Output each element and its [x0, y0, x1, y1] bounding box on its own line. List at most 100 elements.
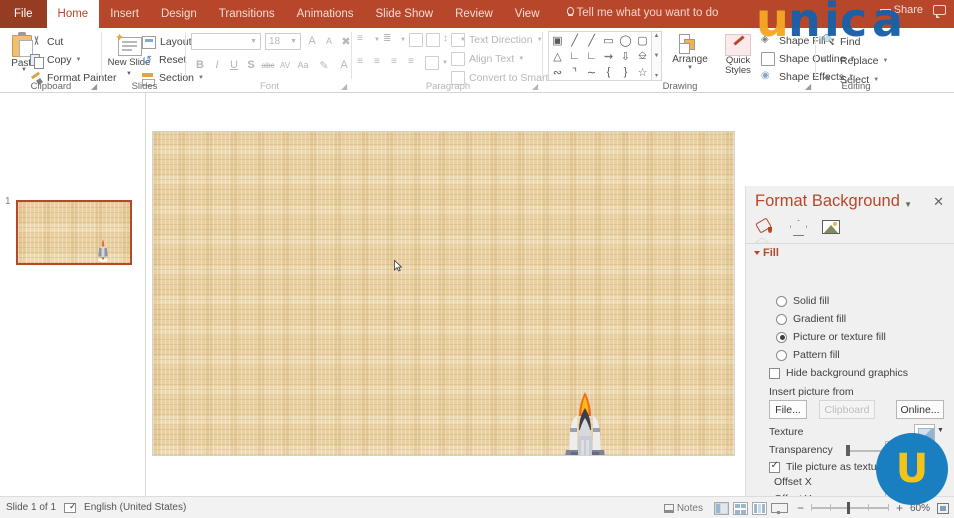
- cut-button[interactable]: Cut: [30, 33, 63, 51]
- texture-swatch-button[interactable]: [914, 424, 935, 442]
- copy-button[interactable]: Copy ▼: [30, 51, 81, 69]
- align-center-icon[interactable]: ≡: [374, 56, 388, 70]
- align-right-icon[interactable]: ≡: [391, 56, 405, 70]
- shape-rounded-rect-icon[interactable]: ▢: [637, 34, 647, 47]
- slide-sorter-view-button[interactable]: [733, 502, 748, 515]
- text-direction-button[interactable]: Text Direction ▼: [451, 31, 543, 49]
- picture-tab[interactable]: [820, 217, 844, 237]
- paragraph-dialog-launcher[interactable]: ◢: [532, 83, 540, 91]
- radio-picture-or-texture-fill[interactable]: [776, 332, 787, 343]
- offset-x-input[interactable]: 0 pt ▲▼: [885, 474, 935, 491]
- tab-design[interactable]: Design: [150, 0, 208, 28]
- shape-triangle-icon[interactable]: △: [553, 50, 561, 63]
- shape-right-brace-icon[interactable]: }: [624, 66, 628, 78]
- slides-thumbnail-pane[interactable]: 1: [0, 93, 146, 496]
- find-button[interactable]: 🔍 Find: [822, 33, 860, 51]
- tab-file[interactable]: File: [0, 0, 47, 28]
- fill-tab[interactable]: [754, 217, 778, 237]
- align-text-button[interactable]: Align Text ▼: [451, 50, 524, 68]
- highlight-icon[interactable]: ✎: [315, 56, 333, 74]
- numbering-icon[interactable]: ≣: [383, 33, 397, 47]
- underline-button[interactable]: U: [225, 56, 243, 74]
- font-dialog-launcher[interactable]: ◢: [341, 83, 349, 91]
- slide-thumbnail-1[interactable]: [16, 200, 132, 265]
- shape-rectangle-icon[interactable]: ▭: [603, 34, 613, 47]
- radio-gradient-fill[interactable]: [776, 314, 787, 325]
- fill-option-pattern[interactable]: Pattern fill: [746, 348, 954, 366]
- spell-check-icon[interactable]: [64, 503, 76, 513]
- arrange-button[interactable]: Arrange ▼: [668, 34, 712, 71]
- drawing-dialog-launcher[interactable]: ◢: [805, 83, 813, 91]
- transparency-slider-handle[interactable]: [846, 445, 850, 456]
- character-spacing-button[interactable]: AV: [276, 56, 294, 74]
- tab-view[interactable]: View: [504, 0, 551, 28]
- radio-solid-fill[interactable]: [776, 296, 787, 307]
- shape-freeform-icon[interactable]: ∾: [553, 66, 562, 79]
- change-case-button[interactable]: Aa: [294, 56, 312, 74]
- bold-button[interactable]: B: [191, 56, 209, 74]
- strikethrough-button[interactable]: abc: [259, 56, 277, 74]
- normal-view-button[interactable]: [714, 502, 729, 515]
- shape-oval-icon[interactable]: ◯: [619, 34, 631, 47]
- tab-insert[interactable]: Insert: [99, 0, 150, 28]
- fill-option-picture[interactable]: Picture or texture fill: [746, 330, 954, 348]
- scroll-up-icon[interactable]: ▲: [654, 33, 660, 39]
- zoom-slider-handle[interactable]: [847, 502, 850, 514]
- shape-block-arrow-icon[interactable]: ⇝: [604, 50, 613, 63]
- zoom-level-label[interactable]: 60%: [910, 503, 930, 514]
- shape-textbox-icon[interactable]: ▣: [552, 34, 562, 47]
- hide-background-graphics-row[interactable]: Hide background graphics: [746, 366, 954, 384]
- radio-pattern-fill[interactable]: [776, 350, 787, 361]
- shapes-gallery[interactable]: ▣ ╱ ╱ ▭ ◯ ▢ △ ∟ ∟ ⇝ ⇩ ⎒ ∾ ⌝ ∼ { } ☆: [548, 31, 652, 81]
- shape-arrow-icon[interactable]: ╱: [588, 34, 595, 47]
- tab-home[interactable]: Home: [47, 0, 100, 28]
- checkbox-tile-picture-as-texture[interactable]: [769, 462, 780, 473]
- slide-show-view-button[interactable]: [771, 502, 786, 515]
- clipboard-dialog-launcher[interactable]: ◢: [91, 83, 99, 91]
- columns-icon[interactable]: [425, 56, 439, 70]
- shape-line-icon[interactable]: ╱: [571, 34, 578, 47]
- gallery-more-icon[interactable]: ▾: [655, 72, 658, 79]
- replace-button[interactable]: ab Replace ▼: [822, 52, 888, 70]
- fill-section-header[interactable]: Fill: [755, 247, 779, 259]
- bullets-icon[interactable]: ≡: [357, 33, 371, 47]
- justify-icon[interactable]: ≡: [408, 56, 422, 70]
- reset-button[interactable]: ↺ Reset: [142, 51, 186, 69]
- shape-flowchart-icon[interactable]: ⎒: [638, 50, 647, 63]
- italic-button[interactable]: I: [208, 56, 226, 74]
- shape-block-arrow-down-icon[interactable]: ⇩: [621, 50, 630, 63]
- shape-elbow-arrow-icon[interactable]: ∟: [586, 50, 597, 62]
- shapes-gallery-scrollbar[interactable]: ▲ ▼ ▾: [652, 31, 662, 81]
- transparency-spinner[interactable]: ▲▼: [921, 442, 934, 457]
- zoom-out-button[interactable]: −: [797, 501, 804, 515]
- insert-from-file-button[interactable]: File...: [769, 400, 807, 419]
- align-left-icon[interactable]: ≡: [357, 56, 371, 70]
- quick-styles-button[interactable]: Quick Styles: [716, 34, 760, 76]
- share-button[interactable]: Share: [879, 4, 923, 16]
- tab-transitions[interactable]: Transitions: [208, 0, 286, 28]
- shape-arc-icon[interactable]: ⌝: [572, 66, 577, 79]
- space-shuttle-icon[interactable]: [558, 392, 612, 456]
- notes-button[interactable]: Notes: [664, 503, 703, 514]
- scroll-down-icon[interactable]: ▼: [654, 53, 660, 59]
- checkbox-hide-background-graphics[interactable]: [769, 368, 780, 379]
- fill-option-gradient[interactable]: Gradient fill: [746, 312, 954, 330]
- transparency-input[interactable]: 0% ▲▼: [885, 441, 935, 458]
- language-label[interactable]: English (United States): [84, 502, 186, 513]
- offset-x-spinner[interactable]: ▲▼: [921, 475, 934, 490]
- font-name-input[interactable]: ▼: [191, 33, 261, 50]
- decrease-indent-icon[interactable]: [409, 33, 423, 47]
- chevron-down-icon[interactable]: ▼: [904, 200, 912, 209]
- texture-dropdown-icon[interactable]: ▼: [937, 427, 944, 434]
- effects-tab[interactable]: [787, 217, 811, 237]
- close-icon[interactable]: ✕: [933, 194, 944, 210]
- tab-slide-show[interactable]: Slide Show: [365, 0, 445, 28]
- text-shadow-button[interactable]: S: [242, 56, 260, 74]
- font-size-input[interactable]: 18 ▼: [265, 33, 301, 50]
- fill-option-solid[interactable]: Solid fill: [746, 294, 954, 312]
- tab-review[interactable]: Review: [444, 0, 504, 28]
- zoom-slider[interactable]: [811, 507, 889, 509]
- grow-font-button[interactable]: A: [303, 32, 321, 50]
- fit-slide-icon[interactable]: [937, 503, 949, 514]
- shape-elbow-connector-icon[interactable]: ∟: [569, 50, 580, 62]
